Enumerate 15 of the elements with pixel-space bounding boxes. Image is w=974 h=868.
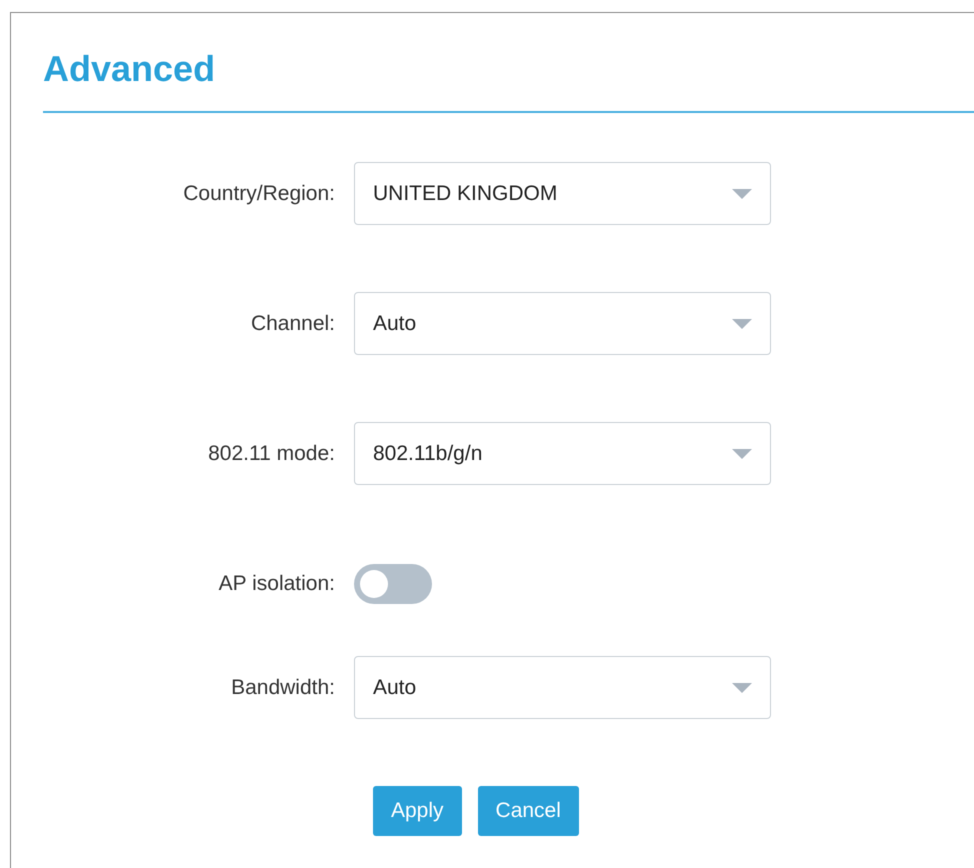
caret-icon <box>732 448 752 458</box>
field-label: AP isolation: <box>218 572 336 596</box>
field-label: 802.11 mode: <box>207 442 336 466</box>
caret-icon <box>732 318 752 328</box>
field-label: Bandwidth: <box>230 676 336 700</box>
dropdown-field[interactable]: 802.11b/g/n <box>354 422 771 485</box>
page-title: Advanced <box>43 47 216 91</box>
field-label: Country/Region: <box>182 182 336 206</box>
dropdown-field[interactable]: Auto <box>354 292 771 355</box>
dropdown-field[interactable]: UNITED KINGDOM <box>354 162 771 225</box>
field-label: Channel: <box>250 312 336 336</box>
caret-icon <box>732 682 752 692</box>
toggle-switch[interactable] <box>354 564 432 604</box>
dropdown-field[interactable]: Auto <box>354 656 771 719</box>
caret-icon <box>732 188 752 198</box>
